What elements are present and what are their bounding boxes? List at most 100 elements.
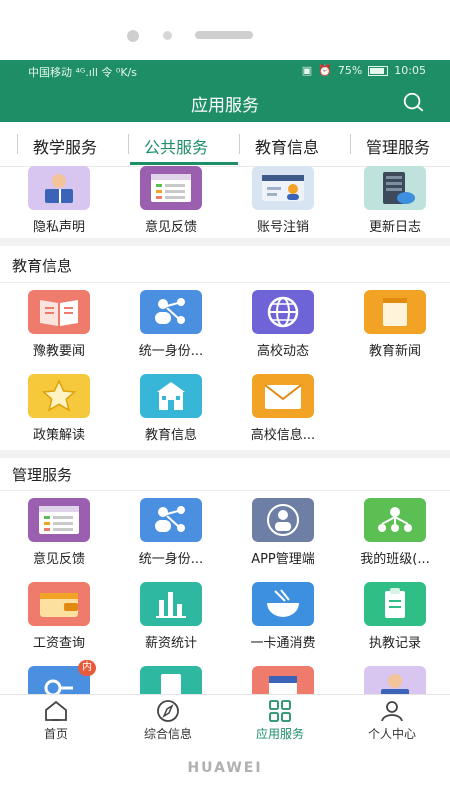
service-changelog[interactable]: 更新日志 xyxy=(339,166,450,235)
tab-management[interactable]: 管理服务 xyxy=(366,134,430,158)
mgmt-document[interactable] xyxy=(115,666,227,694)
tab-teaching[interactable]: 教学服务 xyxy=(33,134,97,158)
phone-bezel-top xyxy=(0,0,450,60)
tab-education-info[interactable]: 教育信息 xyxy=(255,134,319,158)
nav-home[interactable]: 首页 xyxy=(0,699,112,742)
section-title-education: 教育信息 xyxy=(12,257,73,275)
mgmt-salary-query[interactable]: 工资查询 xyxy=(3,582,115,651)
mgmt-unified-identity[interactable]: 统一身份... xyxy=(115,498,227,567)
user-share-icon xyxy=(140,290,202,334)
section-gap xyxy=(0,238,450,246)
class-network-icon xyxy=(364,498,426,542)
alarm-icon: ⏰ xyxy=(318,64,332,77)
star-icon xyxy=(28,374,90,418)
edu-label: 豫教要闻 xyxy=(32,344,85,359)
app-bar: 应用服务 xyxy=(0,82,450,122)
wallet-icon xyxy=(28,582,90,626)
edu-label: 统一身份... xyxy=(138,344,204,359)
clock-time: 10:05 xyxy=(394,64,426,77)
tab-public[interactable]: 公共服务 xyxy=(144,134,208,158)
tab-divider xyxy=(239,134,240,154)
mgmt-label: 薪资统计 xyxy=(144,636,197,651)
edu-education-news[interactable]: 教育新闻 xyxy=(339,290,450,359)
notepad-icon xyxy=(364,290,426,334)
nfc-icon: ▣ xyxy=(301,64,313,77)
nav-general-info[interactable]: 综合信息 xyxy=(112,699,224,742)
service-account-cancel[interactable]: 账号注销 xyxy=(227,166,339,235)
mgmt-label: 统一身份... xyxy=(138,552,204,567)
server-cloud-icon xyxy=(364,166,426,210)
account-card-icon xyxy=(252,166,314,210)
public-services-row: 隐私声明 意见反馈 账号注销 更新日志 xyxy=(0,166,450,238)
edu-university-news[interactable]: 高校动态 xyxy=(227,290,339,359)
service-label: 意见反馈 xyxy=(144,220,197,235)
compass-icon xyxy=(157,700,179,722)
service-privacy[interactable]: 隐私声明 xyxy=(3,166,115,235)
edu-henan-news[interactable]: 豫教要闻 xyxy=(3,290,115,359)
key-icon: 内 xyxy=(28,660,96,694)
mgmt-reading[interactable] xyxy=(339,666,450,694)
mgmt-my-class[interactable]: 我的班级(... xyxy=(339,498,450,567)
education-info-grid: 豫教要闻 统一身份... 高校动态 教育新闻 政策解读 教育信息 高校信息... xyxy=(0,290,450,450)
tab-divider xyxy=(128,134,129,154)
edu-label: 政策解读 xyxy=(32,428,85,443)
service-label: 账号注销 xyxy=(256,220,309,235)
edu-policy[interactable]: 政策解读 xyxy=(3,374,115,443)
globe-icon xyxy=(252,290,314,334)
mgmt-feedback[interactable]: 意见反馈 xyxy=(3,498,115,567)
nav-label: 应用服务 xyxy=(255,727,304,741)
mgmt-calendar[interactable] xyxy=(227,666,339,694)
page-title: 应用服务 xyxy=(191,96,259,116)
device-brand: HUAWEI xyxy=(187,760,263,776)
document-icon xyxy=(140,666,202,694)
search-icon[interactable] xyxy=(402,91,424,113)
nav-label: 个人中心 xyxy=(367,727,416,741)
mgmt-app-admin[interactable]: APP管理端 xyxy=(227,498,339,567)
feedback-list-icon xyxy=(140,166,202,210)
mgmt-salary-stats[interactable]: 薪资统计 xyxy=(115,582,227,651)
category-tabs: 教学服务 公共服务 教育信息 管理服务 xyxy=(0,122,450,167)
service-label: 隐私声明 xyxy=(32,220,85,235)
mgmt-internal[interactable]: 内 xyxy=(3,660,115,694)
bar-stats-icon xyxy=(140,582,202,626)
sensor xyxy=(163,31,172,40)
mgmt-card-consumption[interactable]: 一卡通消费 xyxy=(227,582,339,651)
mgmt-label: 工资查询 xyxy=(32,636,85,651)
school-building-icon xyxy=(140,374,202,418)
management-grid: 意见反馈 统一身份... APP管理端 我的班级(... 工资查询 薪资统计 一… xyxy=(0,498,450,694)
section-title-management: 管理服务 xyxy=(12,466,73,484)
edu-education-info[interactable]: 教育信息 xyxy=(115,374,227,443)
edu-university-info[interactable]: 高校信息... xyxy=(227,374,339,443)
envelope-icon xyxy=(252,374,314,418)
calendar-icon xyxy=(252,666,314,694)
divider xyxy=(0,282,450,283)
reading-person-icon xyxy=(364,666,426,694)
mgmt-label: 意见反馈 xyxy=(32,552,85,567)
bottom-navigation: 首页 综合信息 应用服务 个人中心 xyxy=(0,694,450,747)
front-camera xyxy=(127,30,139,42)
open-book-icon xyxy=(28,290,90,334)
bowl-icon xyxy=(252,582,314,626)
edu-label: 教育信息 xyxy=(144,428,197,443)
battery-icon xyxy=(368,65,389,76)
mgmt-label: APP管理端 xyxy=(251,552,315,567)
nav-label: 综合信息 xyxy=(143,727,192,741)
clipboard-icon xyxy=(364,582,426,626)
home-icon xyxy=(45,700,67,721)
edu-unified-identity[interactable]: 统一身份... xyxy=(115,290,227,359)
feedback-list-icon xyxy=(28,498,90,542)
mgmt-label: 执教记录 xyxy=(368,636,421,651)
service-label: 更新日志 xyxy=(368,220,421,235)
tab-divider xyxy=(350,134,351,154)
mgmt-teaching-record[interactable]: 执教记录 xyxy=(339,582,450,651)
reading-person-icon xyxy=(28,166,90,210)
person-icon xyxy=(381,701,403,722)
nav-personal-center[interactable]: 个人中心 xyxy=(336,699,448,742)
status-bar: 中国移动 ⁴ᴳ.ıll 令 ⁰K/s ▣ ⏰ 75% 10:05 xyxy=(0,60,450,82)
service-feedback[interactable]: 意见反馈 xyxy=(115,166,227,235)
edu-label: 教育新闻 xyxy=(368,344,421,359)
mgmt-label: 我的班级(... xyxy=(360,552,430,567)
nav-app-services[interactable]: 应用服务 xyxy=(224,699,336,742)
grid-icon xyxy=(269,700,291,722)
carrier-text: 中国移动 ⁴ᴳ.ıll 令 ⁰K/s xyxy=(28,66,137,79)
